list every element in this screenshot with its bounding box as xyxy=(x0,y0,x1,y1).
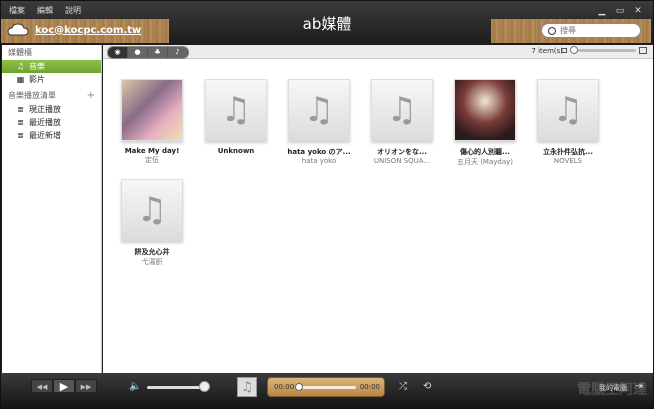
album-tile[interactable]: Make My day! 定伍 xyxy=(117,79,187,165)
album-cover[interactable]: ♫ xyxy=(288,79,350,141)
minimize-icon[interactable]: ▁ xyxy=(595,5,609,17)
album-tile[interactable]: ♫ hata yoko のア... hata yoko xyxy=(284,79,354,165)
album-cover[interactable]: ♫ xyxy=(121,179,183,241)
album-tile[interactable]: ♫ 立永扑件弘抗... NOVELS xyxy=(533,79,603,165)
genre-icon[interactable]: ♣ xyxy=(148,47,168,58)
album-artist: 弋湯胑 xyxy=(141,258,163,266)
album-artist: hata yoko xyxy=(301,157,337,165)
play-icon[interactable]: ▶ xyxy=(53,379,75,393)
music-note-icon: ♫ xyxy=(303,90,335,130)
search-input[interactable] xyxy=(560,26,630,35)
small-thumbnail-icon xyxy=(561,48,567,53)
disc-icon[interactable]: ◉ xyxy=(108,47,128,58)
sidebar-item-music[interactable]: ♫ 音樂 xyxy=(2,60,101,73)
shuffle-icon[interactable]: ⤮ xyxy=(399,381,407,392)
album-cover[interactable] xyxy=(121,79,183,141)
music-note-icon: ♫ xyxy=(220,90,252,130)
account-row: koc@kocpc.com.tw xyxy=(7,23,141,37)
progress-panel: 00:00 00:00 xyxy=(267,377,385,397)
album-title: Make My day! xyxy=(124,147,180,155)
album-title: オリオンをな... xyxy=(377,148,427,156)
album-tile[interactable]: 傷心的人別聽... 五月天 (Mayday) xyxy=(450,79,520,167)
music-note-icon: ♫ xyxy=(386,90,418,130)
album-title: 阱及允心井 xyxy=(134,248,170,256)
album-tile[interactable]: ♫ Unknown xyxy=(201,79,271,155)
album-cover[interactable]: ♫ xyxy=(205,79,267,141)
sidebar-header-playlists: 音樂播放清單 + xyxy=(8,90,95,101)
view-mode-buttons: ◉ ● ♣ ♪ xyxy=(107,46,189,59)
main-content: ◉ ● ♣ ♪ 7 item(s) Make My day! 定伍 ♫ Unkn… xyxy=(103,45,653,373)
playlist-icon: ≣ xyxy=(17,105,24,114)
item-count: 7 item(s) xyxy=(531,47,563,55)
add-playlist-icon[interactable]: + xyxy=(87,90,95,101)
app-window: 檔案 編輯 說明 ab媒體 ▁ ▭ ✕ koc@kocpc.com.tw 媒體櫃… xyxy=(0,0,654,409)
album-title: Unknown xyxy=(217,147,255,155)
title-bar: 檔案 編輯 說明 ab媒體 ▁ ▭ ✕ koc@kocpc.com.tw xyxy=(1,1,653,45)
progress-thumb[interactable] xyxy=(295,383,303,391)
search-icon xyxy=(548,26,556,35)
playlist-icon: ≣ xyxy=(17,131,24,140)
playlist-icon: ≣ xyxy=(17,118,24,127)
artist-icon[interactable]: ● xyxy=(128,47,148,58)
album-title: hata yoko のア... xyxy=(287,148,351,156)
sidebar: 媒體櫃 ♫ 音樂 ▦ 影片 音樂播放清單 + ≣ 現正播放 ≣ 最近播放 ≣ 最… xyxy=(2,45,102,373)
film-icon: ▦ xyxy=(16,75,25,84)
album-artist: NOVELS xyxy=(553,157,583,165)
volume-thumb[interactable] xyxy=(199,381,210,392)
album-tile[interactable]: ♫ オリオンをな... UNISON SQUA... xyxy=(367,79,437,165)
playlist-view-icon[interactable]: ♪ xyxy=(168,47,188,58)
next-icon[interactable]: ▶▶ xyxy=(75,379,97,393)
account-email-link[interactable]: koc@kocpc.com.tw xyxy=(35,25,141,36)
exit-icon[interactable]: ⇥ xyxy=(635,381,643,392)
window-controls: ▁ ▭ ✕ xyxy=(595,5,645,17)
previous-icon[interactable]: ◀◀ xyxy=(31,379,53,393)
sidebar-header-media: 媒體櫃 xyxy=(8,48,32,57)
restore-icon[interactable]: ▭ xyxy=(613,5,627,17)
transport-controls: ◀◀ ▶ ▶▶ xyxy=(31,379,97,393)
music-note-icon: ♫ xyxy=(136,190,168,230)
my-computer-label[interactable]: 我的電腦 xyxy=(599,383,627,393)
sidebar-item-now-playing[interactable]: ≣ 現正播放 xyxy=(2,103,101,116)
album-artist: 五月天 (Mayday) xyxy=(456,158,514,166)
zoom-slider[interactable] xyxy=(561,46,647,54)
large-thumbnail-icon xyxy=(639,47,647,54)
cloud-icon xyxy=(7,23,29,37)
repeat-icon[interactable]: ⟲ xyxy=(423,381,431,392)
album-title: 立永扑件弘抗... xyxy=(543,148,593,156)
album-artist: 定伍 xyxy=(145,156,159,164)
music-note-icon: ♫ xyxy=(16,62,25,71)
now-playing-art-icon: ♫ xyxy=(237,377,257,397)
player-bar: ◀◀ ▶ ▶▶ 🔈 ♫ 00:00 00:00 ⤮ ⟲ 電腦王阿達 我的電腦 ⇥ xyxy=(1,373,653,408)
zoom-track[interactable] xyxy=(570,46,636,54)
progress-track[interactable] xyxy=(298,386,356,389)
search-box[interactable] xyxy=(541,23,641,38)
zoom-thumb[interactable] xyxy=(570,46,578,54)
album-cover[interactable] xyxy=(454,79,516,141)
close-icon[interactable]: ✕ xyxy=(631,5,645,17)
album-cover[interactable]: ♫ xyxy=(371,79,433,141)
view-toolbar: ◉ ● ♣ ♪ 7 item(s) xyxy=(103,45,653,59)
music-note-icon: ♫ xyxy=(552,90,584,130)
sidebar-item-recent-added[interactable]: ≣ 最近新增 xyxy=(2,129,101,142)
time-total: 00:00 xyxy=(359,383,380,391)
sidebar-item-recent-played[interactable]: ≣ 最近播放 xyxy=(2,116,101,129)
album-title: 傷心的人別聽... xyxy=(460,148,510,156)
album-tile[interactable]: ♫ 阱及允心井 弋湯胑 xyxy=(117,179,187,267)
sidebar-item-video[interactable]: ▦ 影片 xyxy=(2,73,101,86)
time-elapsed: 00:00 xyxy=(274,383,295,391)
album-cover[interactable]: ♫ xyxy=(537,79,599,141)
volume-icon[interactable]: 🔈 xyxy=(129,381,141,392)
album-artist: UNISON SQUA... xyxy=(373,157,431,165)
